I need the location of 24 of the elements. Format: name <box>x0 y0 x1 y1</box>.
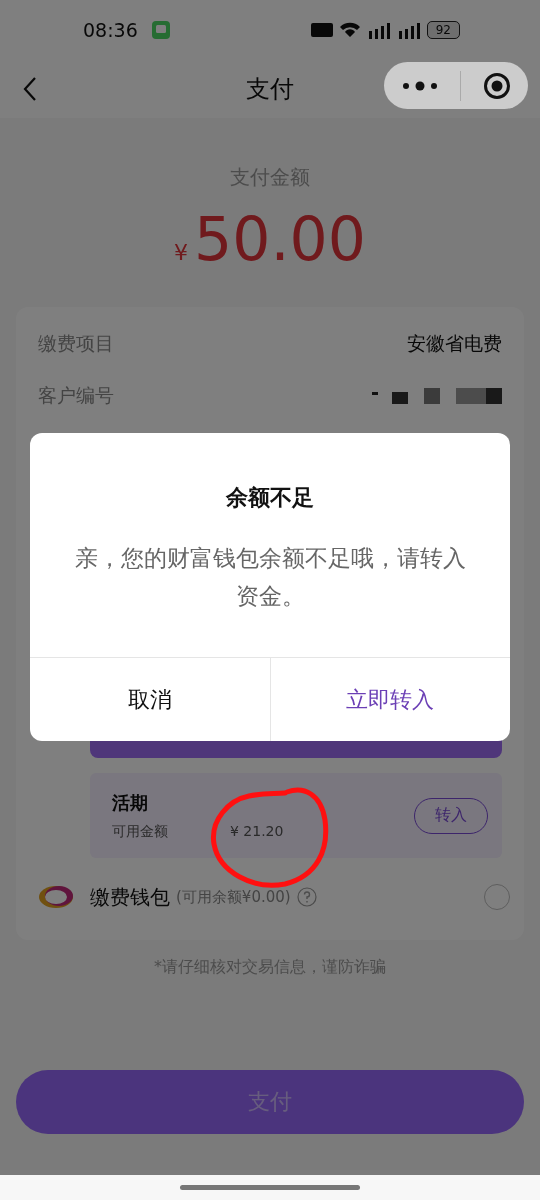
battery-indicator: 92 <box>426 21 460 39</box>
available-amount: ¥ 21.20 <box>230 822 284 841</box>
dialog-message: 亲，您的财富钱包余额不足哦，请转入资金。 <box>73 544 467 611</box>
detail-label: 客户编号 <box>38 383 114 408</box>
more-icon[interactable] <box>400 79 439 92</box>
wallet-logo-icon <box>38 884 74 910</box>
status-time: 08:36 <box>83 19 138 41</box>
confirm-button[interactable]: 立即转入 <box>269 658 510 741</box>
dialog-title: 余额不足 <box>226 484 314 512</box>
close-icon[interactable] <box>483 71 512 100</box>
signal-icon <box>396 21 421 39</box>
signal-icon <box>366 21 391 39</box>
wifi-icon <box>338 21 361 39</box>
detail-label: 缴费项目 <box>38 331 114 356</box>
currency-symbol: ¥ <box>174 240 189 265</box>
page-title: 支付 <box>246 74 294 105</box>
message-app-icon <box>151 21 170 39</box>
detail-value: 安徽省电费 <box>407 331 502 356</box>
wallet-title: 活期 <box>112 790 149 815</box>
available-label: 可用金额 <box>112 822 168 841</box>
cancel-button[interactable]: 取消 <box>30 658 270 741</box>
option-name: 缴费钱包 <box>90 883 170 911</box>
back-icon[interactable] <box>22 76 38 102</box>
amount-value: 50.00 <box>194 203 366 275</box>
